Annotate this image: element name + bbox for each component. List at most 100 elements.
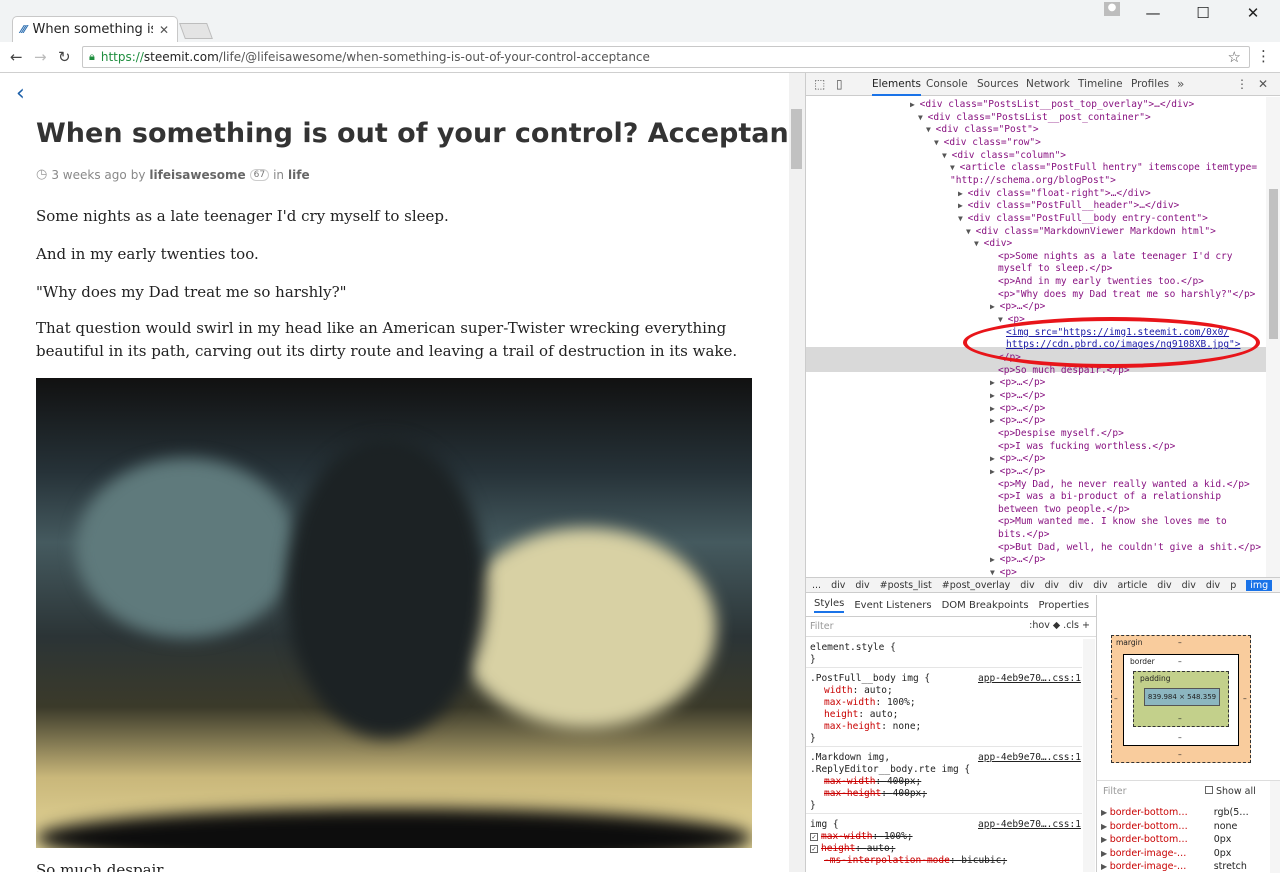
tab-console[interactable]: Console (926, 78, 968, 90)
breadcrumb-item[interactable]: p (1230, 580, 1236, 591)
dom-node[interactable]: <p>I was fucking worthless.</p> (998, 441, 1175, 453)
device-toolbar-icon[interactable]: ▯ (836, 77, 843, 91)
breadcrumb-item[interactable]: div (855, 580, 869, 591)
close-tab-icon[interactable]: ✕ (159, 23, 177, 37)
styles-filter-input[interactable]: Filter :hov ◆ .cls + (806, 617, 1096, 637)
devtools-menu-icon[interactable]: ⋮ (1236, 77, 1248, 91)
dom-node[interactable]: <p>"Why does my Dad treat me so harshly?… (998, 289, 1255, 301)
dom-node[interactable]: bits.</p> (998, 529, 1049, 541)
expand-triangle-icon[interactable]: ▼ (990, 568, 1000, 577)
expand-triangle-icon[interactable]: ▼ (918, 113, 928, 122)
breadcrumb-item[interactable]: div (831, 580, 845, 591)
dom-node[interactable]: ▼ <div class="PostFull__body entry-conte… (958, 213, 1208, 225)
dom-node[interactable]: ▶ <div class="float-right">…</div> (958, 188, 1151, 200)
breadcrumb-item[interactable]: article (1117, 580, 1147, 591)
dom-node[interactable]: ▶ <p>…</p> (990, 403, 1045, 415)
style-rule-selector[interactable]: .Markdown img, (810, 752, 890, 764)
tab-sources[interactable]: Sources (977, 78, 1019, 90)
tab-profiles[interactable]: Profiles (1131, 78, 1169, 90)
post-author[interactable]: lifeisawesome (149, 168, 245, 182)
breadcrumb-item[interactable]: div (1093, 580, 1107, 591)
scroll-thumb[interactable] (1269, 189, 1278, 339)
browser-tab[interactable]: ⁄⁄⁄ When something is ✕ (12, 16, 178, 42)
dom-node[interactable]: <p>And in my early twenties too.</p> (998, 276, 1204, 288)
expand-triangle-icon[interactable]: ▶ (1101, 862, 1110, 871)
breadcrumb-item[interactable]: div (1157, 580, 1171, 591)
forward-arrow-icon[interactable]: → (34, 48, 47, 66)
computed-filter-input[interactable]: Filter (1103, 786, 1127, 797)
breadcrumb-item[interactable]: div (1020, 580, 1034, 591)
dom-node[interactable]: ▼ <div> (974, 238, 1012, 250)
page-scrollbar[interactable] (789, 73, 805, 872)
style-rule-selector[interactable]: .PostFull__body img { (810, 673, 930, 685)
dom-node[interactable]: ▶ <p>…</p> (990, 453, 1045, 465)
close-devtools-icon[interactable]: ✕ (1258, 77, 1268, 91)
post-category[interactable]: life (288, 168, 310, 182)
dom-node[interactable]: ▶ <p>…</p> (990, 415, 1045, 427)
dom-node[interactable]: myself to sleep.</p> (998, 263, 1112, 275)
computed-property[interactable]: ▶ border-bottom… rgb(5… (1101, 807, 1249, 818)
expand-triangle-icon[interactable]: ▼ (966, 227, 976, 236)
expand-triangle-icon[interactable]: ▶ (990, 404, 1000, 413)
expand-triangle-icon[interactable]: ▼ (926, 125, 936, 134)
dom-node[interactable]: ▼ <div class="column"> (942, 150, 1066, 162)
dom-node[interactable]: <p>My Dad, he never really wanted a kid.… (998, 479, 1250, 491)
breadcrumb-item[interactable]: div (1206, 580, 1220, 591)
minimize-button[interactable]: — (1130, 4, 1176, 26)
style-source[interactable]: app-4eb9e70….css:1 (978, 819, 1081, 831)
computed-property[interactable]: ▶ border-bottom… none (1101, 821, 1237, 832)
dom-node[interactable]: <p>I was a bi-product of a relationship (998, 491, 1221, 503)
style-rule-end[interactable]: } (810, 654, 816, 666)
style-source-link[interactable]: app-4eb9e70….css:1 (978, 819, 1081, 830)
expand-triangle-icon[interactable]: ▶ (990, 378, 1000, 387)
expand-triangle-icon[interactable]: ▶ (910, 100, 920, 109)
expand-triangle-icon[interactable]: ▼ (934, 138, 944, 147)
style-source-link[interactable]: app-4eb9e70….css:1 (978, 752, 1081, 763)
expand-triangle-icon[interactable]: ▼ (950, 163, 960, 172)
checkbox-icon[interactable] (1205, 786, 1213, 794)
expand-triangle-icon[interactable]: ▶ (990, 416, 1000, 425)
dom-node[interactable]: ▼ <article class="PostFull hentry" items… (950, 162, 1257, 174)
computed-property[interactable]: ▶ border-image-… stretch (1101, 861, 1247, 872)
show-all-checkbox[interactable]: Show all (1205, 786, 1256, 797)
dom-node[interactable]: <p>Mum wanted me. I know she loves me to (998, 516, 1227, 528)
dom-node[interactable]: "http://schema.org/blogPost"> (950, 175, 1116, 187)
expand-triangle-icon[interactable]: ▶ (1101, 849, 1110, 858)
style-declaration[interactable]: width: auto; (824, 685, 893, 697)
style-declaration[interactable]: height: auto; (824, 709, 898, 721)
breadcrumb-item[interactable]: div (1182, 580, 1196, 591)
breadcrumb-item[interactable]: ... (812, 580, 821, 591)
filter-tools[interactable]: :hov ◆ .cls + (1029, 620, 1090, 631)
style-rule-selector[interactable]: element.style { (810, 642, 896, 654)
expand-triangle-icon[interactable]: ▼ (942, 151, 952, 160)
style-declaration[interactable]: max-height: none; (824, 721, 921, 733)
back-arrow-icon[interactable]: ← (10, 48, 23, 66)
breadcrumb-item[interactable]: div (1045, 580, 1059, 591)
computed-scrollbar[interactable] (1270, 781, 1280, 873)
reload-icon[interactable]: ↻ (58, 48, 71, 66)
tab-timeline[interactable]: Timeline (1078, 78, 1123, 90)
computed-property[interactable]: ▶ border-image-… 0px (1101, 848, 1231, 859)
expand-triangle-icon[interactable]: ▼ (998, 315, 1008, 324)
subtab-event-listeners[interactable]: Event Listeners (854, 600, 931, 611)
dom-node[interactable]: ▶ <div class="PostsList__post_top_overla… (910, 99, 1194, 111)
tab-elements[interactable]: Elements (872, 78, 921, 96)
expand-triangle-icon[interactable]: ▼ (974, 239, 984, 248)
expand-triangle-icon[interactable]: ▶ (958, 201, 968, 210)
styles-scrollbar[interactable] (1083, 639, 1095, 872)
tab-network[interactable]: Network (1026, 78, 1070, 90)
new-tab-button[interactable] (179, 23, 213, 39)
dom-node[interactable]: between two people.</p> (998, 504, 1130, 516)
breadcrumb-item[interactable]: img (1246, 579, 1273, 591)
maximize-button[interactable]: ☐ (1180, 4, 1226, 26)
back-chevron-icon[interactable]: ‹ (16, 81, 25, 106)
style-declaration[interactable]: max-width: 400px; (824, 776, 921, 788)
style-source-link[interactable]: app-4eb9e70….css:1 (978, 673, 1081, 684)
close-window-button[interactable]: ✕ (1230, 4, 1276, 26)
computed-property[interactable]: ▶ border-bottom… 0px (1101, 834, 1231, 845)
expand-triangle-icon[interactable]: ▶ (958, 189, 968, 198)
subtab-styles[interactable]: Styles (814, 598, 845, 613)
checkbox-icon[interactable]: ✓ (810, 845, 818, 853)
breadcrumb-item[interactable]: #post_overlay (942, 580, 1011, 591)
inspect-element-icon[interactable]: ⬚ (814, 77, 825, 91)
